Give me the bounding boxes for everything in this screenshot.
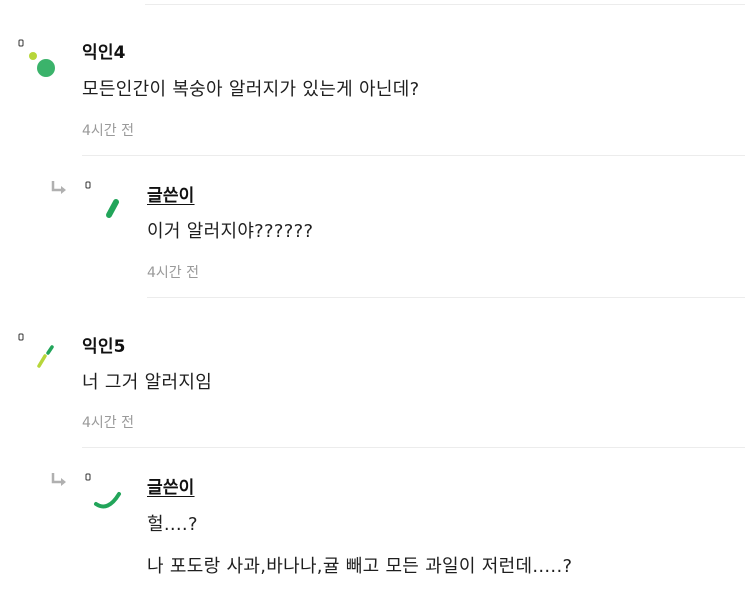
comment-time: 4시간 전 <box>82 415 134 431</box>
comment-divider <box>82 155 745 156</box>
reply-arrow-icon <box>50 472 68 488</box>
comment-divider <box>147 297 745 298</box>
comment-author[interactable]: 익인4 <box>82 38 126 63</box>
anonymous-avatar-icon <box>16 330 66 380</box>
anonymous-avatar-icon <box>82 178 132 228</box>
anonymous-avatar-icon <box>16 36 66 86</box>
comment-divider <box>82 447 745 448</box>
comment-text: 모든인간이 복숭아 알러지가 있는게 아닌데? <box>82 79 420 100</box>
reply-arrow-icon <box>50 180 68 196</box>
comment-author-op[interactable]: 글쓴이 <box>147 181 195 206</box>
comment-text-line2: 나 포도랑 사과,바나나,귤 빼고 모든 과일이 저런데.....? <box>147 556 573 577</box>
top-divider <box>145 4 745 5</box>
comment-text: 이거 알러지야?????? <box>147 221 314 242</box>
comment-author-op[interactable]: 글쓴이 <box>147 473 195 498</box>
comment-time: 4시간 전 <box>147 265 199 281</box>
anonymous-avatar-icon <box>82 470 132 520</box>
comment-text: 너 그거 알러지임 <box>82 372 213 393</box>
comment-author[interactable]: 익인5 <box>82 332 126 357</box>
comment-text-line1: 헐....? <box>147 514 198 535</box>
comment-time: 4시간 전 <box>82 123 134 139</box>
